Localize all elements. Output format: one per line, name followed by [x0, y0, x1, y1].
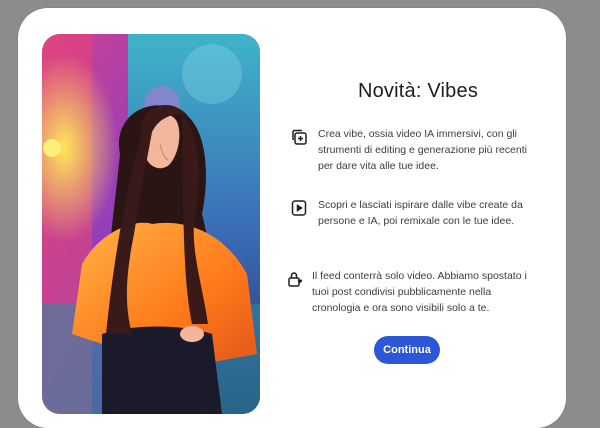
feature-discover-vibes: Scopri e lasciati ispirare dalle vibe cr… [288, 197, 548, 229]
feature-create-vibes: Crea vibe, ossia video IA immersivi, con… [288, 126, 548, 174]
feature-video-feed-text: Il feed conterrà solo video. Abbiamo spo… [312, 270, 527, 314]
vibes-intro-dialog: Novità: Vibes Crea vibe, ossia video IA … [18, 8, 566, 428]
continue-button[interactable]: Continua [374, 336, 440, 364]
feature-discover-vibes-text: Scopri e lasciati ispirare dalle vibe cr… [318, 199, 523, 227]
feature-create-vibes-text: Crea vibe, ossia video IA immersivi, con… [318, 128, 527, 172]
dialog-title: Novità: Vibes [357, 80, 479, 102]
hero-image [42, 34, 260, 414]
lock-heart-icon [284, 270, 306, 292]
add-video-icon [288, 128, 310, 150]
play-video-icon [288, 199, 310, 221]
feature-video-feed: Il feed conterrà solo video. Abbiamo spo… [284, 268, 544, 316]
